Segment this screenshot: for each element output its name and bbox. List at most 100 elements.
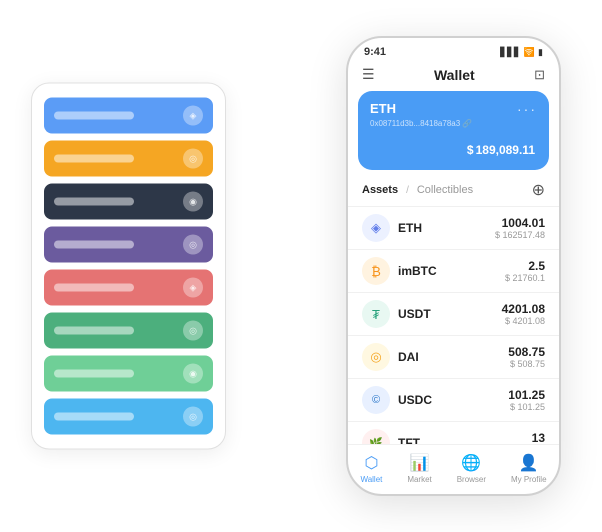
asset-item-usdc[interactable]: © USDC 101.25 $ 101.25 <box>348 378 559 421</box>
asset-name-imbtc: imBTC <box>398 264 505 278</box>
market-nav-label: Market <box>407 475 431 484</box>
asset-item-usdt[interactable]: ₮ USDT 4201.08 $ 4201.08 <box>348 292 559 335</box>
status-icons: ▋▋▋ 🛜 ▮ <box>500 47 543 58</box>
tab-assets[interactable]: Assets <box>362 184 398 196</box>
card-stack: ◈ ◎ ◉ ◎ ◈ ◎ ◉ ◎ <box>31 83 226 450</box>
eth-icon: ◈ <box>362 214 390 242</box>
eth-amount: 1004.01 <box>495 216 545 230</box>
tab-separator: / <box>406 185 409 196</box>
stack-card-3[interactable]: ◉ <box>44 184 213 220</box>
tft-icon: 🌿 <box>362 429 390 444</box>
stack-card-7[interactable]: ◉ <box>44 356 213 392</box>
asset-name-tft: TFT <box>398 436 532 444</box>
card-icon: ◈ <box>183 278 203 298</box>
market-nav-icon: 📊 <box>410 453 430 473</box>
stack-card-8[interactable]: ◎ <box>44 399 213 435</box>
imbtc-amount: 2.5 <box>505 259 545 273</box>
add-asset-button[interactable]: ⊕ <box>532 180 545 200</box>
stack-card-1[interactable]: ◈ <box>44 98 213 134</box>
tft-amount: 13 <box>532 431 545 444</box>
asset-values-dai: 508.75 $ 508.75 <box>508 345 545 369</box>
tab-collectibles[interactable]: Collectibles <box>417 184 473 196</box>
asset-list: ◈ ETH 1004.01 $ 162517.48 ₿ imBTC 2.5 $ … <box>348 206 559 444</box>
phone-frame: 9:41 ▋▋▋ 🛜 ▮ ☰ Wallet ⊡ ETH ··· 0x08711d… <box>346 36 561 496</box>
eth-balance: $189,089.11 <box>370 134 537 160</box>
scan-icon[interactable]: ⊡ <box>534 67 545 83</box>
nav-item-profile[interactable]: 👤 My Profile <box>511 453 547 484</box>
menu-icon[interactable]: ☰ <box>362 66 375 83</box>
main-scene: ◈ ◎ ◉ ◎ ◈ ◎ ◉ ◎ <box>21 16 581 516</box>
asset-name-usdt: USDT <box>398 307 502 321</box>
card-line <box>54 370 134 378</box>
card-icon: ◎ <box>183 149 203 169</box>
eth-card-header: ETH ··· <box>370 101 537 117</box>
card-line <box>54 284 134 292</box>
stack-card-2[interactable]: ◎ <box>44 141 213 177</box>
usdc-icon: © <box>362 386 390 414</box>
asset-item-eth[interactable]: ◈ ETH 1004.01 $ 162517.48 <box>348 206 559 249</box>
dai-usd: $ 508.75 <box>508 359 545 369</box>
wallet-nav-icon: ⬡ <box>364 453 378 473</box>
imbtc-icon: ₿ <box>362 257 390 285</box>
card-line <box>54 198 134 206</box>
usdc-amount: 101.25 <box>508 388 545 402</box>
eth-usd: $ 162517.48 <box>495 230 545 240</box>
balance-amount: 189,089.11 <box>476 143 535 157</box>
battery-icon: ▮ <box>538 47 543 58</box>
stack-card-6[interactable]: ◎ <box>44 313 213 349</box>
eth-address: 0x08711d3b...8418a78a3 🔗 <box>370 119 537 128</box>
asset-item-tft[interactable]: 🌿 TFT 13 0 <box>348 421 559 444</box>
wallet-nav-label: Wallet <box>360 475 382 484</box>
browser-nav-icon: 🌐 <box>461 453 481 473</box>
page-title: Wallet <box>434 67 475 83</box>
card-icon: ◉ <box>183 192 203 212</box>
currency-symbol: $ <box>467 143 474 157</box>
asset-name-eth: ETH <box>398 221 495 235</box>
dai-amount: 508.75 <box>508 345 545 359</box>
card-icon: ◎ <box>183 407 203 427</box>
usdc-usd: $ 101.25 <box>508 402 545 412</box>
profile-nav-icon: 👤 <box>519 453 539 473</box>
usdt-amount: 4201.08 <box>502 302 545 316</box>
bottom-navigation: ⬡ Wallet 📊 Market 🌐 Browser 👤 My Profile <box>348 444 559 494</box>
asset-values-usdc: 101.25 $ 101.25 <box>508 388 545 412</box>
assets-header: Assets / Collectibles ⊕ <box>348 180 559 206</box>
usdt-usd: $ 4201.08 <box>502 316 545 326</box>
nav-item-wallet[interactable]: ⬡ Wallet <box>360 453 382 484</box>
asset-values-imbtc: 2.5 $ 21760.1 <box>505 259 545 283</box>
phone-header: ☰ Wallet ⊡ <box>348 62 559 91</box>
asset-item-imbtc[interactable]: ₿ imBTC 2.5 $ 21760.1 <box>348 249 559 292</box>
eth-wallet-card[interactable]: ETH ··· 0x08711d3b...8418a78a3 🔗 $189,08… <box>358 91 549 170</box>
asset-item-dai[interactable]: ◎ DAI 508.75 $ 508.75 <box>348 335 559 378</box>
stack-card-4[interactable]: ◎ <box>44 227 213 263</box>
browser-nav-label: Browser <box>457 475 486 484</box>
card-line <box>54 241 134 249</box>
card-line <box>54 413 134 421</box>
card-line <box>54 327 134 335</box>
card-icon: ◎ <box>183 321 203 341</box>
card-line <box>54 155 134 163</box>
signal-icon: ▋▋▋ <box>500 47 521 58</box>
asset-name-usdc: USDC <box>398 393 508 407</box>
dai-icon: ◎ <box>362 343 390 371</box>
stack-card-5[interactable]: ◈ <box>44 270 213 306</box>
assets-section: Assets / Collectibles ⊕ ◈ ETH 1004.01 $ … <box>348 180 559 444</box>
card-icon: ◈ <box>183 106 203 126</box>
asset-name-dai: DAI <box>398 350 508 364</box>
status-time: 9:41 <box>364 46 386 58</box>
asset-values-usdt: 4201.08 $ 4201.08 <box>502 302 545 326</box>
eth-options-icon[interactable]: ··· <box>517 101 537 117</box>
assets-tabs: Assets / Collectibles <box>362 184 473 196</box>
card-icon: ◉ <box>183 364 203 384</box>
wifi-icon: 🛜 <box>524 47 535 58</box>
status-bar: 9:41 ▋▋▋ 🛜 ▮ <box>348 38 559 62</box>
imbtc-usd: $ 21760.1 <box>505 273 545 283</box>
profile-nav-label: My Profile <box>511 475 547 484</box>
asset-values-tft: 13 0 <box>532 431 545 444</box>
asset-values-eth: 1004.01 $ 162517.48 <box>495 216 545 240</box>
nav-item-market[interactable]: 📊 Market <box>407 453 431 484</box>
card-line <box>54 112 134 120</box>
nav-item-browser[interactable]: 🌐 Browser <box>457 453 486 484</box>
card-icon: ◎ <box>183 235 203 255</box>
eth-label: ETH <box>370 101 396 116</box>
